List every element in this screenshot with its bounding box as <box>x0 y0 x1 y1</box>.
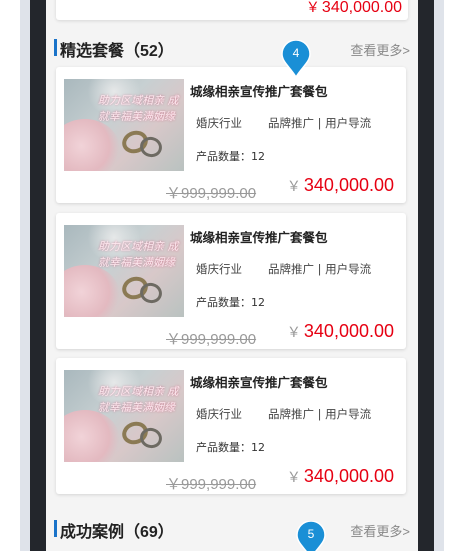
section-accent-bar <box>54 520 57 537</box>
product-card[interactable]: 助力区域相亲 成就幸福美满姻缘 城缘相亲宣传推广套餐包 婚庆行业 品牌推广 | … <box>56 358 406 494</box>
phone-bezel-left <box>20 0 30 551</box>
section-header-cases: 成功案例（69） 查看更多> <box>54 518 410 541</box>
product-quantity: 产品数量：12 <box>196 150 265 163</box>
product-image-text: 助力区域相亲 成就幸福美满姻缘 <box>98 240 179 269</box>
product-quantity: 产品数量：12 <box>196 441 265 454</box>
marker-pin-4: 4 <box>281 40 311 78</box>
original-price: ￥999,999.00 <box>166 476 257 493</box>
product-image-text: 助力区域相亲 成就幸福美满姻缘 <box>98 94 179 123</box>
product-services: 品牌推广 | 用户导流 <box>268 407 372 421</box>
marker-number: 4 <box>292 46 300 60</box>
product-price: ￥ 340,000.00 <box>286 321 394 341</box>
product-services: 品牌推广 | 用户导流 <box>268 262 372 276</box>
product-name: 城缘相亲宣传推广套餐包 <box>190 375 328 390</box>
product-name: 城缘相亲宣传推广套餐包 <box>190 230 328 245</box>
product-name: 城缘相亲宣传推广套餐包 <box>190 84 328 99</box>
phone-frame-left <box>30 0 46 551</box>
product-industry: 婚庆行业 <box>196 262 242 276</box>
marker-pin-5: 5 <box>296 521 326 551</box>
product-price: ￥ 340,000.00 <box>286 466 394 486</box>
product-quantity: 产品数量：12 <box>196 296 265 309</box>
section-title: 精选套餐（52） <box>60 43 174 60</box>
phone-bezel-right <box>434 0 444 551</box>
product-industry: 婚庆行业 <box>196 407 242 421</box>
page-margin-left <box>0 0 20 551</box>
product-image: 助力区域相亲 成就幸福美满姻缘 <box>64 79 184 171</box>
product-card-partial[interactable]: ￥ 340,000.00 <box>56 0 408 20</box>
product-services: 品牌推广 | 用户导流 <box>268 116 372 130</box>
page-margin-right <box>444 0 471 551</box>
product-card[interactable]: 助力区域相亲 成就幸福美满姻缘 城缘相亲宣传推广套餐包 婚庆行业 品牌推广 | … <box>56 213 406 349</box>
product-image: 助力区域相亲 成就幸福美满姻缘 <box>64 370 184 462</box>
original-price: ￥999,999.00 <box>166 185 257 202</box>
product-image: 助力区域相亲 成就幸福美满姻缘 <box>64 225 184 317</box>
phone-frame-right <box>418 0 434 551</box>
section-accent-bar <box>54 39 57 56</box>
product-industry: 婚庆行业 <box>196 116 242 130</box>
product-image-text: 助力区域相亲 成就幸福美满姻缘 <box>98 385 179 414</box>
phone-screen: ￥ 340,000.00 精选套餐（52） 查看更多> 助力区域相亲 成就幸福美满… <box>46 0 418 551</box>
section-title: 成功案例（69） <box>60 524 174 541</box>
marker-number: 5 <box>307 527 315 541</box>
view-more-link[interactable]: 查看更多> <box>350 40 410 59</box>
product-card[interactable]: 助力区域相亲 成就幸福美满姻缘 城缘相亲宣传推广套餐包 婚庆行业 品牌推广 | … <box>56 67 406 203</box>
original-price: ￥999,999.00 <box>166 331 257 348</box>
product-price: ￥ 340,000.00 <box>305 0 402 16</box>
section-header-packages: 精选套餐（52） 查看更多> <box>54 37 410 60</box>
view-more-link[interactable]: 查看更多> <box>350 521 410 540</box>
product-price: ￥ 340,000.00 <box>286 175 394 195</box>
